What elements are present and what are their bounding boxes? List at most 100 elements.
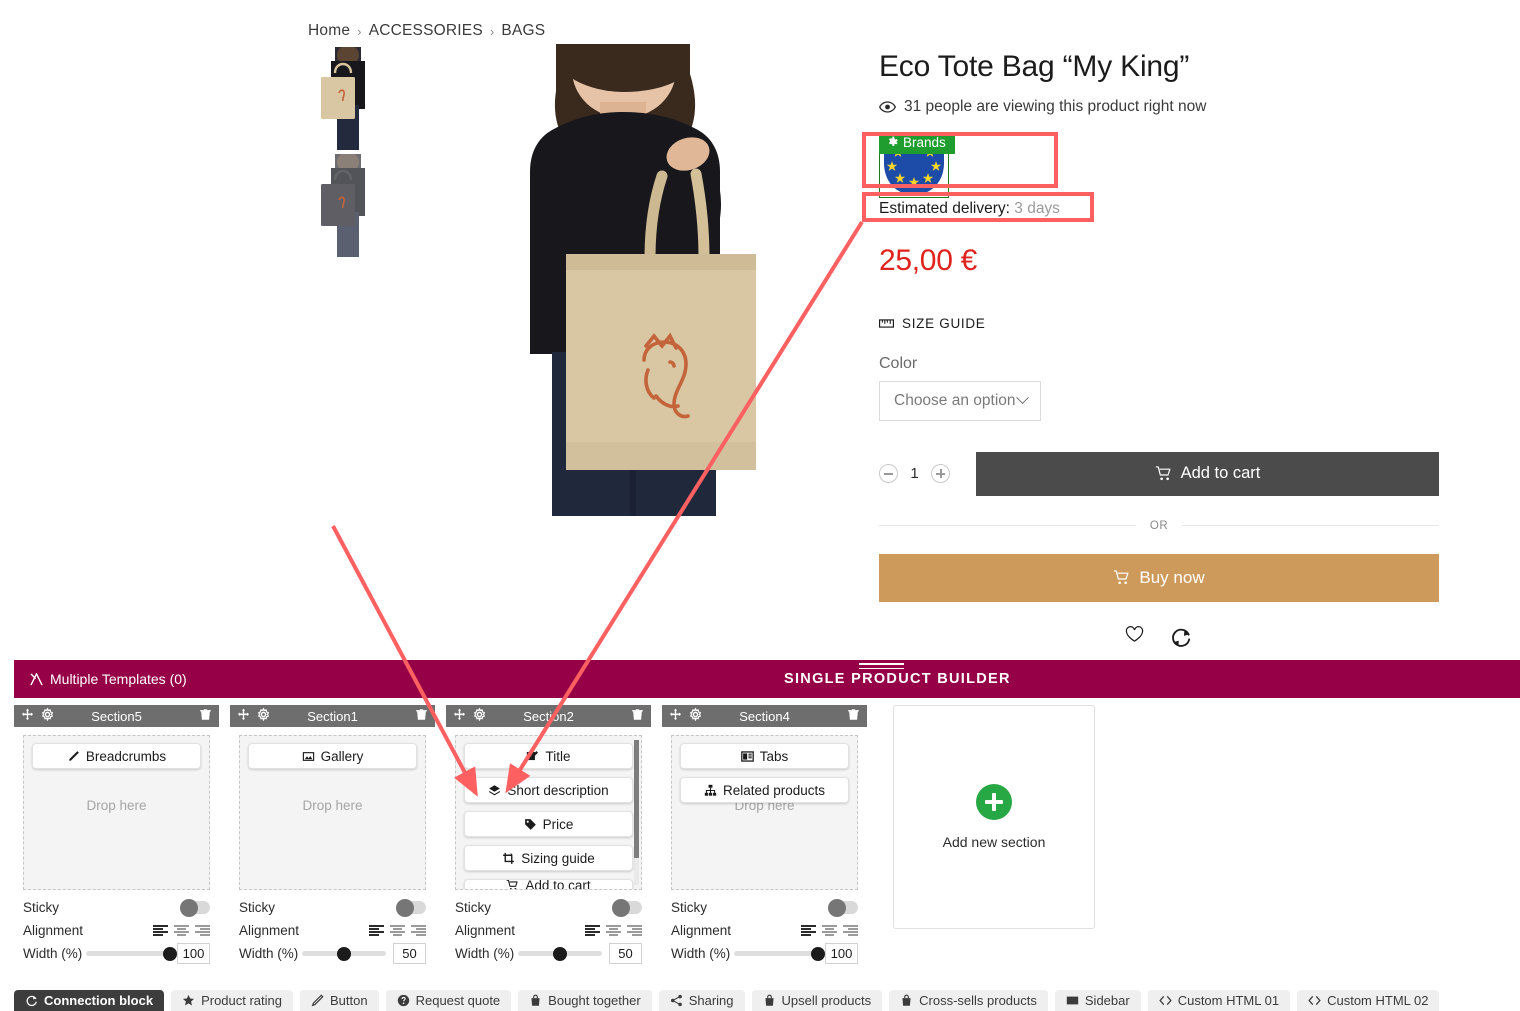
palette-item-custom-html-01[interactable]: Custom HTML 01 xyxy=(1147,990,1291,1011)
block-sizing-guide[interactable]: Sizing guide xyxy=(464,845,633,871)
breadcrumb-item-home[interactable]: Home xyxy=(308,22,350,40)
add-new-section-button[interactable]: Add new section xyxy=(893,705,1095,929)
quantity-increase-button[interactable] xyxy=(931,464,950,484)
gear-icon xyxy=(473,707,486,722)
align-right-icon[interactable] xyxy=(411,925,426,936)
width-slider[interactable] xyxy=(302,946,386,961)
sticky-toggle[interactable] xyxy=(180,898,210,917)
block-related-products[interactable]: Related products xyxy=(680,777,849,803)
brands-badge-label: Brands xyxy=(903,134,946,150)
block-gallery[interactable]: Gallery xyxy=(248,743,417,769)
section-controls: Sticky Alignment Width (%) 50 xyxy=(446,890,651,965)
shopping-cart-icon xyxy=(1155,466,1171,481)
align-center-icon[interactable] xyxy=(606,925,621,936)
compare-button[interactable] xyxy=(1170,626,1193,654)
section-scrollbar[interactable] xyxy=(634,740,639,885)
add-to-cart-button[interactable]: Add to cart xyxy=(976,451,1439,496)
builder-canvas: Section5 Drop here Breadcrumbs Sticky Al… xyxy=(14,698,1520,988)
block-title[interactable]: Title xyxy=(464,743,633,769)
section-delete-button[interactable] xyxy=(631,708,644,724)
palette-item-cross-sells-products[interactable]: Cross-sells products xyxy=(889,990,1048,1011)
width-slider[interactable] xyxy=(518,946,602,961)
color-select[interactable]: Choose an option xyxy=(879,380,1041,421)
gallery-thumb-2[interactable] xyxy=(313,154,381,257)
gallery-main-image[interactable] xyxy=(440,44,840,516)
quantity-decrease-button[interactable] xyxy=(879,464,898,484)
quantity-value[interactable]: 1 xyxy=(910,465,919,482)
block-label: Breadcrumbs xyxy=(85,748,167,764)
palette-item-custom-html-02[interactable]: Custom HTML 02 xyxy=(1297,990,1440,1011)
align-right-icon[interactable] xyxy=(195,925,210,936)
section-delete-button[interactable] xyxy=(415,708,428,724)
width-row: Width (%) 50 xyxy=(239,942,426,965)
align-left-icon[interactable] xyxy=(153,925,168,936)
section-settings-button[interactable] xyxy=(473,707,486,724)
sticky-toggle[interactable] xyxy=(396,898,426,917)
align-right-icon[interactable] xyxy=(627,925,642,936)
shopping-cart-icon xyxy=(506,880,518,889)
section-settings-button[interactable] xyxy=(41,707,54,724)
palette-item-sharing[interactable]: Sharing xyxy=(658,990,745,1011)
sticky-toggle[interactable] xyxy=(828,898,858,917)
brands-badge[interactable]: Brands xyxy=(879,131,955,155)
width-value[interactable]: 50 xyxy=(609,943,642,964)
align-left-icon[interactable] xyxy=(585,925,600,936)
section-dropzone[interactable]: Drop here Gallery xyxy=(239,735,426,890)
bag-icon xyxy=(764,994,774,1006)
align-left-icon[interactable] xyxy=(801,925,816,936)
palette-item-request-quote[interactable]: Request quote xyxy=(385,990,512,1011)
dropzone-placeholder: Drop here xyxy=(302,798,363,813)
breadcrumb-item-accessories[interactable]: ACCESSORIES xyxy=(369,22,483,40)
width-slider[interactable] xyxy=(734,946,825,961)
section-move-handle[interactable] xyxy=(453,708,466,724)
section-dropzone[interactable]: Drop here Breadcrumbs xyxy=(23,735,210,890)
wishlist-button[interactable] xyxy=(1125,625,1144,654)
align-right-icon[interactable] xyxy=(843,925,858,936)
section-settings-button[interactable] xyxy=(257,707,270,724)
block-tabs[interactable]: Tabs xyxy=(680,743,849,769)
align-center-icon[interactable] xyxy=(822,925,837,936)
block-add-to-cart[interactable]: Add to cart xyxy=(464,879,633,889)
section-move-handle[interactable] xyxy=(237,708,250,724)
trash-icon xyxy=(416,709,427,720)
align-left-icon[interactable] xyxy=(369,925,384,936)
palette-item-button[interactable]: Button xyxy=(300,990,379,1011)
block-breadcrumbs[interactable]: Breadcrumbs xyxy=(32,743,201,769)
palette-item-upsell-products[interactable]: Upsell products xyxy=(751,990,883,1011)
storefront-preview: Home › ACCESSORIES › BAGS Eco Tote Bag “… xyxy=(0,0,1520,655)
width-value[interactable]: 50 xyxy=(393,943,426,964)
section-delete-button[interactable] xyxy=(199,708,212,724)
palette-item-connection-block[interactable]: Connection block xyxy=(14,990,165,1011)
block-short-description[interactable]: Short description xyxy=(464,777,633,803)
buy-now-label: Buy now xyxy=(1139,567,1205,587)
align-center-icon[interactable] xyxy=(390,925,405,936)
gallery-thumb-1[interactable] xyxy=(313,47,381,150)
block-price[interactable]: Price xyxy=(464,811,633,837)
section-settings-button[interactable] xyxy=(689,707,702,724)
palette-item-sidebar[interactable]: Sidebar xyxy=(1054,990,1141,1011)
templates-icon xyxy=(30,672,43,685)
palette-item-product-rating[interactable]: Product rating xyxy=(171,990,293,1011)
align-center-icon[interactable] xyxy=(174,925,189,936)
sticky-toggle[interactable] xyxy=(612,898,642,917)
trash-icon xyxy=(632,709,643,720)
dropzone-placeholder: Drop here xyxy=(86,798,147,813)
section-move-handle[interactable] xyxy=(669,708,682,724)
buy-now-button[interactable]: Buy now xyxy=(879,553,1439,602)
sidebar-icon xyxy=(1066,996,1079,1005)
section-delete-button[interactable] xyxy=(847,708,860,724)
alignment-row: Alignment xyxy=(455,919,642,942)
brand-block: Brands xyxy=(879,131,955,198)
size-guide-link[interactable]: SIZE GUIDE xyxy=(879,316,1439,331)
width-value[interactable]: 100 xyxy=(825,943,858,964)
breadcrumb-item-bags[interactable]: BAGS xyxy=(501,22,545,40)
block-label: Tabs xyxy=(759,748,789,764)
section-move-handle[interactable] xyxy=(21,708,34,724)
multiple-templates-button[interactable]: Multiple Templates (0) xyxy=(30,671,187,687)
palette-item-bought-together[interactable]: Bought together xyxy=(518,990,652,1011)
section-dropzone[interactable]: Title Short description Price Sizing gui… xyxy=(455,735,642,890)
section-dropzone[interactable]: Drop here Tabs Related products xyxy=(671,735,858,890)
width-value[interactable]: 100 xyxy=(177,943,210,964)
width-slider[interactable] xyxy=(86,946,177,961)
tote-beige-thumb-image xyxy=(313,47,381,150)
